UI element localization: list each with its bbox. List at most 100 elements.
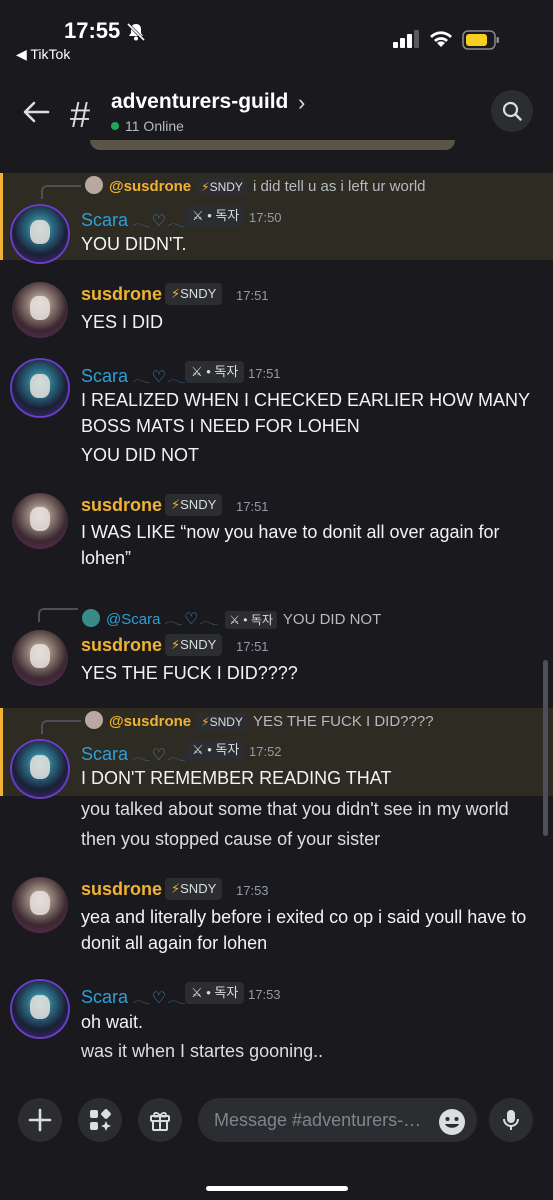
username[interactable]: susdrone: [81, 495, 162, 516]
reply-preview[interactable]: @susdrone ⚡SNDY i did tell u as i left ur …: [85, 176, 426, 196]
timestamp: 17:53: [248, 987, 281, 1002]
reply-text: YOU DID NOT: [282, 611, 382, 628]
chevron-right-icon[interactable]: ›: [298, 90, 305, 116]
gift-icon: [150, 1111, 170, 1131]
avatar-face: [30, 644, 50, 668]
role-tag-label: SNDY: [209, 180, 243, 194]
message-text: I DON'T REMEMBER READING THAT: [81, 768, 392, 788]
username-text: Scara: [81, 366, 129, 386]
bolt-icon: ⚡: [201, 180, 210, 194]
username[interactable]: susdrone: [81, 879, 162, 900]
role-tag-label: SNDY: [180, 497, 217, 512]
message-item[interactable]: susdrone ⚡SNDY 17:53 yea and literally b…: [0, 877, 553, 959]
role-tag: ⚡SNDY: [165, 283, 223, 305]
avatar: [85, 176, 103, 194]
reply-text: YES THE FUCK I DID????: [252, 713, 434, 730]
add-attachment-button[interactable]: [18, 1098, 62, 1142]
avatar-face: [30, 507, 50, 531]
username-decoration: 𓂃♡𓂃: [132, 213, 187, 230]
bolt-icon: ⚡: [171, 286, 181, 301]
reply-text: i did tell u as i left ur world: [252, 178, 426, 195]
reply-mention: @susdrone: [109, 713, 192, 730]
avatar[interactable]: [12, 981, 68, 1037]
role-tag: ⚡SNDY: [165, 494, 223, 516]
plus-icon: [28, 1108, 52, 1132]
reply-preview[interactable]: @susdrone ⚡SNDY YES THE FUCK I DID????: [85, 711, 434, 731]
username[interactable]: Scara 𓂃♡𓂃: [81, 740, 187, 766]
role-tag-label: SNDY: [180, 286, 217, 301]
role-tag: ⚔ • 독자: [186, 205, 246, 227]
message-text: I REALIZED WHEN I CHECKED EARLIER HOW MA…: [81, 390, 530, 436]
online-label: 11 Online: [125, 118, 184, 134]
reply-mention: @susdrone: [109, 178, 192, 195]
status-bar: 17:55 ◀ TikTok: [0, 0, 553, 70]
avatar[interactable]: [12, 630, 68, 686]
username-decoration: 𓂃♡𓂃: [132, 747, 187, 764]
username[interactable]: susdrone: [81, 284, 162, 305]
message-text: YOU DID NOT: [81, 445, 200, 465]
back-arrow-icon[interactable]: [22, 100, 50, 124]
avatar[interactable]: [12, 360, 68, 416]
reply-connector: [41, 720, 81, 734]
bolt-icon: ⚡: [201, 715, 210, 729]
search-button[interactable]: [491, 90, 533, 132]
scrollbar[interactable]: [543, 660, 548, 836]
gift-button[interactable]: [138, 1098, 182, 1142]
home-indicator[interactable]: [206, 1186, 348, 1191]
message-item[interactable]: Scara 𓂃♡𓂃 ⚔ • 독자 17:51 I REALIZED WHEN I …: [0, 360, 553, 472]
message-item[interactable]: susdrone ⚡SNDY 17:51 YES I DID: [0, 282, 553, 342]
reply-mention: @Scara 𓂃♡𓂃: [106, 611, 219, 628]
voice-message-button[interactable]: [489, 1098, 533, 1142]
clock: 17:55: [64, 18, 121, 43]
username[interactable]: Scara 𓂃♡𓂃: [81, 206, 187, 232]
back-to-app-link[interactable]: ◀ TikTok: [16, 46, 70, 63]
timestamp: 17:51: [248, 366, 281, 381]
avatar: [82, 609, 100, 627]
avatar-face: [30, 995, 50, 1019]
message-item[interactable]: @susdrone ⚡SNDY i did tell u as i left ur …: [0, 173, 553, 262]
username[interactable]: Scara 𓂃♡𓂃: [81, 983, 187, 1009]
avatar[interactable]: [12, 282, 68, 338]
message-item[interactable]: susdrone ⚡SNDY 17:51 I WAS LIKE “now you…: [0, 493, 553, 575]
message-text: YES THE FUCK I DID????: [81, 663, 298, 683]
message-input[interactable]: [198, 1098, 477, 1142]
message-item[interactable]: Scara 𓂃♡𓂃 ⚔ • 독자 17:53 oh wait. was it wh…: [0, 981, 553, 1071]
message-item[interactable]: @susdrone ⚡SNDY YES THE FUCK I DID???? Sca…: [0, 708, 553, 797]
message-composer: [0, 1086, 553, 1200]
message-text: I WAS LIKE “now you have to donit all ov…: [81, 522, 500, 568]
hash-icon: #: [70, 94, 91, 135]
role-tag-label: SNDY: [180, 637, 217, 652]
username[interactable]: susdrone: [81, 635, 162, 656]
emoji-icon[interactable]: [438, 1108, 466, 1136]
bolt-icon: ⚡: [171, 881, 181, 896]
message-text: was it when I startes gooning..: [81, 1041, 324, 1061]
avatar-face: [30, 374, 50, 398]
reply-connector: [41, 185, 81, 199]
search-icon: [502, 101, 522, 121]
channel-header: # adventurers-guild › 11 Online: [0, 78, 553, 148]
online-count: 11 Online: [111, 118, 184, 134]
channel-name[interactable]: adventurers-guild: [111, 90, 288, 114]
avatar[interactable]: [12, 877, 68, 933]
mute-icon: [126, 22, 146, 42]
message-item[interactable]: @Scara 𓂃♡𓂃 ⚔ • 독자 YOU DID NOT susdrone ⚡SND…: [0, 598, 553, 690]
role-tag: ⚡SNDY: [197, 713, 247, 731]
role-tag: ⚔ • 독자: [186, 739, 246, 761]
message-text: you talked about some that you didn't se…: [81, 799, 509, 819]
username[interactable]: Scara 𓂃♡𓂃: [81, 362, 187, 388]
avatar-face: [30, 891, 50, 915]
timestamp: 17:53: [236, 883, 269, 898]
avatar[interactable]: [12, 741, 68, 797]
avatar[interactable]: [12, 206, 68, 262]
username-text: Scara: [81, 210, 129, 230]
avatar-face: [30, 220, 50, 244]
avatar-face: [30, 296, 50, 320]
apps-button[interactable]: [78, 1098, 122, 1142]
previous-image-attachment[interactable]: [90, 140, 455, 150]
reply-preview[interactable]: @Scara 𓂃♡𓂃 ⚔ • 독자 YOU DID NOT: [82, 604, 381, 630]
avatar[interactable]: [12, 493, 68, 549]
role-tag: ⚔ • 독자: [225, 611, 277, 629]
timestamp: 17:51: [236, 499, 269, 514]
username-decoration: 𓂃♡𓂃: [132, 990, 187, 1007]
username-text: Scara: [81, 987, 129, 1007]
